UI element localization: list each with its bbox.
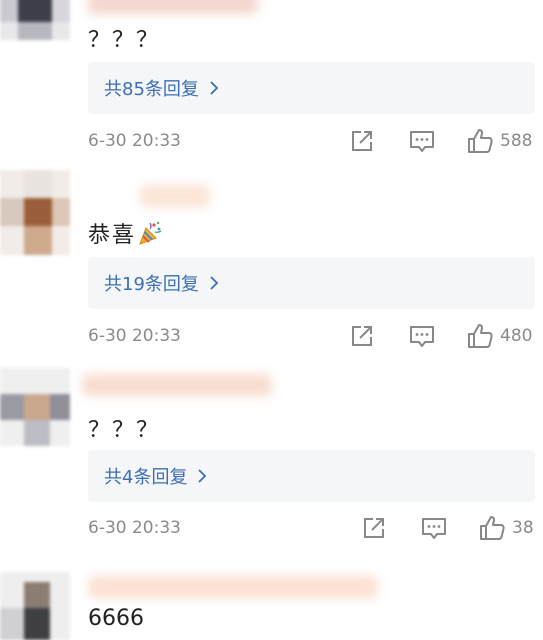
- thumbs-up-icon: [468, 129, 493, 153]
- avatar[interactable]: [0, 170, 70, 255]
- thumbs-up-icon: [468, 324, 493, 348]
- chevron-right-icon: [210, 81, 219, 95]
- comment-icon[interactable]: [420, 514, 448, 542]
- like-count: 38: [512, 518, 534, 538]
- like-count: 588: [500, 131, 533, 151]
- comment-text: ？？？: [88, 418, 161, 443]
- forward-icon[interactable]: [348, 127, 376, 155]
- like-count: 480: [500, 326, 533, 346]
- comment-meta: 6-30 20:33 588: [88, 127, 535, 157]
- replies-count-label: 共4条回复: [104, 467, 188, 488]
- like-button[interactable]: 38: [478, 514, 534, 542]
- chevron-right-icon: [210, 276, 219, 290]
- blurred-username: [82, 374, 272, 396]
- comment-text: 6666: [88, 606, 144, 631]
- comment-list: ？？？ 共85条回复 6-30 20:33 588 恭喜 共19条回复 6-30…: [0, 0, 543, 640]
- avatar[interactable]: [0, 0, 70, 40]
- replies-count-label: 共19条回复: [104, 274, 199, 295]
- avatar[interactable]: [0, 572, 70, 640]
- comment-icon[interactable]: [408, 322, 436, 350]
- comment-item: 恭喜 共19条回复 6-30 20:33 480: [0, 165, 543, 360]
- view-replies-button[interactable]: 共19条回复: [88, 257, 535, 309]
- blurred-username: [88, 576, 378, 598]
- comment-text: 恭喜: [88, 217, 163, 249]
- comment-item: ？？？ 共4条回复 6-30 20:33 38: [0, 360, 543, 560]
- chevron-right-icon: [198, 469, 207, 483]
- thumbs-up-icon: [480, 516, 505, 540]
- comment-text: ？？？: [88, 28, 161, 53]
- like-button[interactable]: 588: [466, 127, 532, 155]
- replies-count-label: 共85条回复: [104, 79, 199, 100]
- comment-item: 6666: [0, 560, 543, 640]
- comment-meta: 6-30 20:33 480: [88, 322, 535, 352]
- like-button[interactable]: 480: [466, 322, 532, 350]
- view-replies-button[interactable]: 共85条回复: [88, 62, 535, 114]
- avatar[interactable]: [0, 368, 70, 446]
- timestamp: 6-30 20:33: [88, 326, 181, 346]
- blurred-username: [88, 0, 258, 14]
- comment-text-content: 恭喜: [88, 223, 137, 248]
- comment-icon[interactable]: [408, 127, 436, 155]
- party-popper-icon: [139, 221, 162, 245]
- forward-icon[interactable]: [360, 514, 388, 542]
- view-replies-button[interactable]: 共4条回复: [88, 450, 535, 502]
- forward-icon[interactable]: [348, 322, 376, 350]
- timestamp: 6-30 20:33: [88, 131, 181, 151]
- blurred-username: [140, 185, 210, 207]
- comment-meta: 6-30 20:33 38: [88, 514, 535, 544]
- timestamp: 6-30 20:33: [88, 518, 181, 538]
- comment-item: ？？？ 共85条回复 6-30 20:33 588: [0, 0, 543, 165]
